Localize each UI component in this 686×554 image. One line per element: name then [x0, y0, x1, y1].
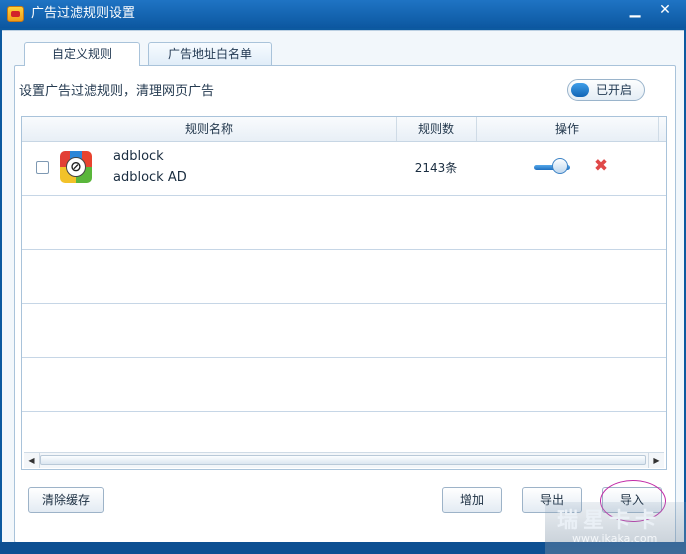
table-row-empty [22, 304, 666, 358]
tab-custom-rules[interactable]: 自定义规则 [24, 42, 140, 66]
delete-icon[interactable]: ✖ [593, 157, 609, 175]
rule-subtitle: adblock AD [113, 170, 187, 185]
close-button[interactable]: ✕ [650, 0, 680, 20]
minimize-button[interactable]: ▁ [620, 0, 650, 20]
scroll-right-arrow-icon[interactable]: ▶ [648, 453, 664, 468]
table-row-empty [22, 358, 666, 412]
header-rule-count[interactable]: 规则数 [396, 117, 477, 141]
toggle-knob [571, 83, 589, 97]
header-rule-name[interactable]: 规则名称 [22, 117, 397, 141]
clear-cache-button[interactable]: 清除缓存 [28, 487, 104, 513]
toggle-label: 已开启 [596, 83, 633, 97]
rule-count: 2143条 [414, 161, 458, 175]
header-action: 操作 [476, 117, 659, 141]
add-button[interactable]: 增加 [442, 487, 502, 513]
rule-enable-slider[interactable] [534, 158, 572, 176]
ad-filter-rules-window: 广告过滤规则设置 ▁ ✕ 自定义规则 广告地址白名单 设置广告过滤规则，清理网页… [0, 0, 686, 554]
adblock-rule-icon: ⊘ [60, 151, 92, 183]
table-row[interactable]: ⊘ adblock adblock AD 2143条 ✖ [22, 142, 666, 196]
watermark-url: www.ikaka.com [572, 532, 658, 545]
scrollbar-thumb[interactable] [40, 455, 646, 465]
watermark: 瑞星卡卡 www.ikaka.com [545, 502, 686, 554]
dialog-body: 自定义规则 广告地址白名单 设置广告过滤规则，清理网页广告 已开启 规则名称 规… [2, 30, 684, 543]
rules-table: 规则名称 规则数 操作 ⊘ adblock adblock AD 2143条 ✖ [21, 116, 667, 470]
table-header: 规则名称 规则数 操作 [22, 117, 666, 142]
app-icon [7, 6, 24, 22]
tab-whitelist[interactable]: 广告地址白名单 [148, 42, 272, 65]
watermark-text: 瑞星卡卡 [557, 508, 661, 532]
scroll-left-arrow-icon[interactable]: ◀ [24, 453, 40, 468]
horizontal-scrollbar[interactable]: ◀ ▶ [24, 452, 664, 468]
window-title: 广告过滤规则设置 [31, 6, 136, 21]
panel-description: 设置广告过滤规则，清理网页广告 [19, 84, 215, 99]
slider-knob[interactable] [552, 158, 568, 174]
table-row-empty [22, 250, 666, 304]
filter-toggle[interactable]: 已开启 [567, 79, 645, 101]
rule-name: adblock [113, 149, 164, 164]
table-row-empty [22, 196, 666, 250]
title-bar[interactable]: 广告过滤规则设置 ▁ ✕ [0, 0, 686, 28]
row-checkbox[interactable] [36, 161, 49, 174]
